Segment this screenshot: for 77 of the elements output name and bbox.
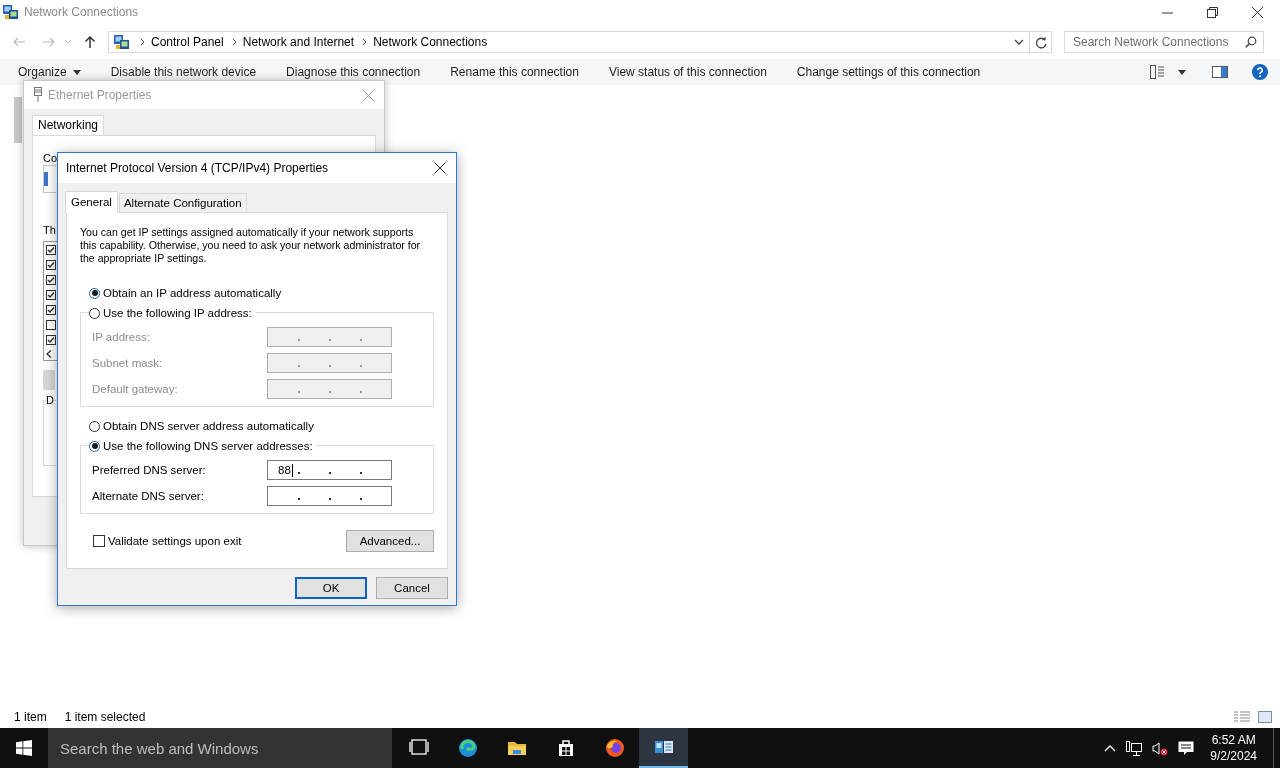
field-label: Default gateway: xyxy=(92,383,179,395)
checkbox-label[interactable]: Validate settings upon exit xyxy=(108,535,242,547)
refresh-icon[interactable] xyxy=(1034,35,1047,49)
checkbox[interactable] xyxy=(46,320,56,330)
breadcrumb-item[interactable]: Network Connections xyxy=(373,35,488,49)
view-options-icon[interactable] xyxy=(1150,65,1164,79)
radio-button[interactable] xyxy=(89,440,100,452)
tab[interactable]: Alternate Configuration xyxy=(118,193,247,212)
checkbox[interactable] xyxy=(93,535,105,547)
ip-address-field[interactable] xyxy=(267,486,392,506)
list-label: Th xyxy=(43,224,56,236)
checkbox[interactable] xyxy=(46,305,56,315)
tab[interactable]: Networking xyxy=(32,115,105,135)
adapter-icon xyxy=(44,172,48,186)
notification-icon[interactable] xyxy=(1178,740,1195,756)
checkbox[interactable] xyxy=(46,260,56,270)
caret-icon xyxy=(72,69,81,75)
checkbox[interactable] xyxy=(46,245,56,255)
command-button[interactable]: View status of this connection xyxy=(608,66,767,78)
network-icon[interactable] xyxy=(1126,740,1143,756)
breadcrumb-item[interactable]: Network and Internet xyxy=(242,35,355,49)
field-label: IP address: xyxy=(92,331,151,343)
chevron-icon xyxy=(362,38,368,46)
checkbox[interactable] xyxy=(46,290,56,300)
chevron-up-icon[interactable] xyxy=(1104,744,1117,752)
taskbar-search-field[interactable]: Search the web and Windows xyxy=(48,728,392,768)
radio-button[interactable] xyxy=(89,420,100,432)
scroll-left-icon[interactable] xyxy=(46,350,52,358)
radio-button[interactable] xyxy=(89,287,100,299)
checkbox[interactable] xyxy=(46,335,56,345)
network-connections-icon xyxy=(113,33,130,51)
browser-icon xyxy=(457,738,478,758)
restore-icon[interactable] xyxy=(1207,6,1218,18)
help-icon[interactable] xyxy=(1252,64,1268,80)
description-text: You can get IP settings assigned automatically if your network supports this capability. Otherwise, you need to ask your network administrator for the appropriate IP settings. xyxy=(80,226,422,265)
command-button[interactable]: Diagnose this connection xyxy=(286,66,421,78)
ethernet-plug-icon xyxy=(34,87,42,103)
status-text: 1 item selected xyxy=(64,710,146,724)
breadcrumb-item[interactable]: Control Panel xyxy=(151,35,224,49)
large-icons-view-icon[interactable] xyxy=(1258,711,1272,723)
search-icon[interactable] xyxy=(1245,36,1257,48)
field-label: Alternate DNS server: xyxy=(92,490,205,502)
cancel-button[interactable]: Cancel xyxy=(376,577,448,599)
field-label: Preferred DNS server: xyxy=(92,464,207,476)
status-text: 1 item xyxy=(14,710,47,724)
field-label: Co xyxy=(43,152,58,164)
command-button[interactable]: Disable this network device xyxy=(110,66,257,78)
clock[interactable]: 6:52 AM 9/2/2024 xyxy=(1210,732,1257,764)
command-button[interactable]: Rename this connection xyxy=(450,66,579,78)
muted-speaker-icon[interactable] xyxy=(1152,740,1169,756)
organize-menu[interactable]: Organize xyxy=(18,66,81,78)
preview-pane-icon[interactable] xyxy=(1212,66,1228,78)
dialog-title: Ethernet Properties xyxy=(48,88,152,102)
close-icon[interactable] xyxy=(434,162,446,174)
ip-address-field[interactable]: 88 xyxy=(267,460,392,480)
command-button[interactable]: Change settings of this connection xyxy=(796,66,981,78)
field-label: Subnet mask: xyxy=(92,357,164,369)
caret-icon[interactable] xyxy=(1178,69,1186,75)
chevron-icon xyxy=(231,38,237,46)
chevron-icon xyxy=(140,38,145,46)
dialog-title: Internet Protocol Version 4 (TCP/IPv4) Properties xyxy=(66,161,329,175)
close-icon[interactable] xyxy=(1252,6,1263,18)
windows-start-icon[interactable] xyxy=(16,740,32,756)
dropdown-caret-icon[interactable] xyxy=(1014,39,1024,45)
ok-button[interactable]: OK xyxy=(295,577,367,599)
fox-globe-icon xyxy=(604,738,625,758)
task-view-icon xyxy=(408,738,429,758)
up-arrow-icon[interactable] xyxy=(84,35,96,49)
tab[interactable]: General xyxy=(65,191,118,213)
advanced-button[interactable]: Advanced... xyxy=(346,530,434,552)
radio-button[interactable] xyxy=(89,307,100,319)
checkbox[interactable] xyxy=(46,275,56,285)
taskbar-button[interactable] xyxy=(639,728,688,768)
network-connections-icon xyxy=(2,3,19,21)
group-label: D xyxy=(46,394,54,406)
window-title: Network Connections xyxy=(24,5,139,19)
search-field[interactable]: Search Network Connections xyxy=(1064,31,1264,53)
